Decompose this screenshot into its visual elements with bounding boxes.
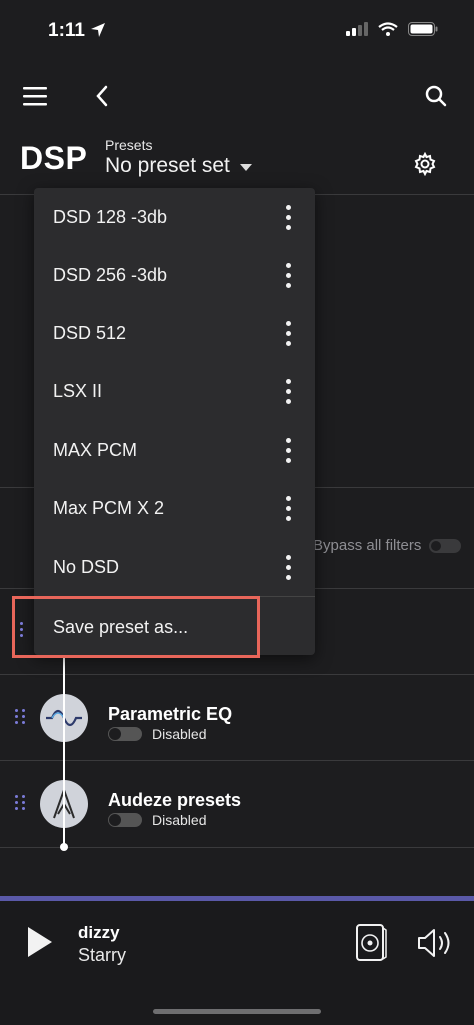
track-title: dizzy: [78, 923, 120, 942]
output-device-icon[interactable]: [355, 924, 387, 967]
connector-line: [63, 655, 65, 847]
preset-item-label: DSD 256 -3db: [53, 264, 168, 285]
preset-item[interactable]: MAX PCM: [34, 421, 315, 479]
drag-handle-icon[interactable]: [15, 709, 26, 724]
bypass-label: Bypass all filters: [313, 537, 422, 554]
preset-item-label: DSD 512: [53, 322, 127, 343]
caret-down-icon: [239, 164, 252, 171]
kebab-menu-icon[interactable]: [284, 378, 292, 404]
filter-status-label: Disabled: [152, 812, 207, 828]
preset-item[interactable]: DSD 256 -3db: [34, 246, 315, 304]
battery-icon: [408, 22, 438, 41]
presets-label: Presets: [105, 137, 153, 153]
preset-item[interactable]: LSX II: [34, 362, 315, 420]
preset-item-label: Max PCM X 2: [53, 497, 165, 518]
filter-toggle[interactable]: [108, 727, 142, 741]
preset-item[interactable]: No DSD: [34, 538, 315, 596]
kebab-menu-icon[interactable]: [284, 204, 292, 230]
back-chevron-icon[interactable]: [88, 82, 116, 110]
kebab-menu-icon[interactable]: [284, 495, 292, 521]
filter-toggle[interactable]: [108, 813, 142, 827]
filter-row-parametric-eq[interactable]: Parametric EQ Disabled: [0, 675, 474, 761]
status-icons: [346, 22, 438, 41]
kebab-menu-icon[interactable]: [284, 262, 292, 288]
divider: [0, 847, 474, 848]
bypass-all-filters: Bypass all filters: [313, 537, 462, 554]
preset-item-label: LSX II: [53, 380, 103, 401]
preset-item[interactable]: Max PCM X 2: [34, 479, 315, 537]
preset-selector-value: No preset set: [105, 154, 230, 177]
now-playing-bar: [0, 901, 474, 1025]
hamburger-menu-icon[interactable]: [21, 82, 49, 110]
preset-dropdown-menu: DSD 128 -3db DSD 256 -3db DSD 512 LSX II…: [34, 188, 315, 655]
play-icon[interactable]: [28, 927, 52, 957]
filter-name: Audeze presets: [108, 790, 242, 810]
preset-item-label: No DSD: [53, 556, 120, 577]
status-time: 1:11: [48, 20, 85, 41]
highlight-box: [12, 596, 260, 658]
volume-icon[interactable]: [417, 927, 455, 964]
filter-status-label: Disabled: [152, 726, 207, 742]
home-indicator: [153, 1009, 321, 1014]
wifi-icon: [378, 22, 398, 41]
preset-item[interactable]: DSD 512: [34, 304, 315, 362]
filter-name: Parametric EQ: [108, 704, 233, 724]
filter-status: Disabled: [108, 726, 206, 742]
drag-handle-icon[interactable]: [15, 795, 26, 810]
preset-item-label: DSD 128 -3db: [53, 206, 168, 227]
gear-icon[interactable]: [411, 150, 439, 178]
kebab-menu-icon[interactable]: [284, 320, 292, 346]
cellular-signal-icon: [346, 22, 368, 41]
track-artist: Starry: [78, 945, 127, 965]
search-icon[interactable]: [422, 82, 450, 110]
filter-row-audeze-presets[interactable]: Audeze presets Disabled: [0, 761, 474, 847]
kebab-menu-icon[interactable]: [284, 554, 292, 580]
preset-item-label: MAX PCM: [53, 439, 138, 460]
preset-item[interactable]: DSD 128 -3db: [34, 188, 315, 246]
location-arrow-icon: [90, 22, 106, 43]
kebab-menu-icon[interactable]: [284, 437, 292, 463]
filter-status: Disabled: [108, 812, 206, 828]
bypass-toggle[interactable]: [429, 538, 462, 553]
connector-dot: [60, 843, 68, 851]
page-title: DSP: [20, 140, 88, 176]
preset-selector[interactable]: No preset set: [105, 154, 252, 178]
